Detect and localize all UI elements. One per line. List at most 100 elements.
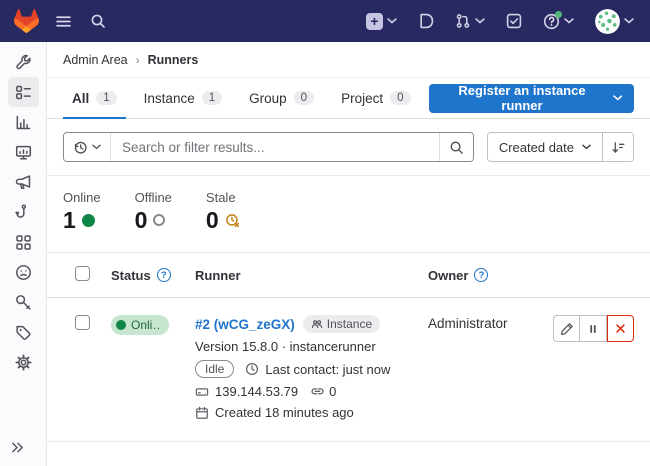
- issues-button[interactable]: [416, 11, 436, 31]
- tab-group[interactable]: Group 0: [240, 78, 323, 118]
- tab-all-label: All: [72, 91, 89, 106]
- tab-project-count: 0: [390, 91, 410, 105]
- chevron-down-icon: [624, 18, 634, 24]
- edit-runner-button[interactable]: [553, 315, 580, 342]
- sidebar-item-overview[interactable]: [8, 77, 39, 107]
- megaphone-icon: [15, 174, 32, 191]
- sort-by-dropdown[interactable]: Created date: [488, 133, 603, 161]
- chevron-down-icon: [613, 95, 622, 101]
- sidebar-item-applications[interactable]: [8, 227, 39, 257]
- calendar-icon: [195, 406, 209, 420]
- runner-jobs-group: 0: [310, 384, 336, 399]
- runner-owner-link[interactable]: Administrator: [428, 316, 508, 331]
- runner-created-line: Created 18 minutes ago: [195, 405, 428, 420]
- notification-dot: [555, 11, 562, 18]
- new-menu-button[interactable]: +: [364, 11, 399, 32]
- runner-ip-address: 139.144.53.79: [215, 384, 298, 399]
- close-icon: [614, 322, 627, 335]
- select-runner-checkbox[interactable]: [75, 315, 90, 330]
- tab-instance[interactable]: Instance 1: [135, 78, 231, 118]
- overview-icon: [15, 84, 32, 101]
- runner-ip-line: 139.144.53.79 0: [195, 384, 428, 399]
- plus-icon: +: [366, 13, 383, 30]
- sort-direction-button[interactable]: [603, 133, 633, 161]
- search-icon: [90, 13, 106, 29]
- search-button[interactable]: [88, 11, 108, 31]
- sidebar-item-abuse-reports[interactable]: [8, 257, 39, 287]
- tab-project[interactable]: Project 0: [332, 78, 419, 118]
- hamburger-icon: [55, 13, 72, 30]
- todos-button[interactable]: [504, 11, 524, 31]
- owner-help-icon[interactable]: ?: [474, 268, 488, 282]
- issues-icon: [418, 13, 434, 29]
- help-menu-button[interactable]: [541, 11, 576, 32]
- gitlab-logo[interactable]: [14, 9, 39, 33]
- runner-created-text: Created 18 minutes ago: [215, 405, 354, 420]
- chevron-down-icon: [475, 18, 485, 24]
- sidebar-item-monitoring[interactable]: [8, 137, 39, 167]
- sidebar-item-analytics[interactable]: [8, 107, 39, 137]
- search-input[interactable]: [111, 133, 439, 161]
- runner-tabs-row: All 1 Instance 1 Group 0 Project 0 Regis…: [47, 78, 650, 119]
- stat-online-value: 1: [63, 207, 76, 233]
- filter-row: Created date: [47, 119, 650, 175]
- tab-group-count: 0: [294, 91, 314, 105]
- runner-type-badge: Instance: [303, 315, 380, 333]
- runner-type-label: Instance: [327, 317, 372, 331]
- key-icon: [15, 294, 32, 311]
- admin-sidebar: [0, 42, 47, 466]
- breadcrumb-separator: ›: [136, 53, 140, 67]
- runner-column-header: Runner: [195, 268, 241, 283]
- sidebar-item-deploy-keys[interactable]: [8, 287, 39, 317]
- search-icon: [449, 140, 464, 155]
- breadcrumb-admin-area[interactable]: Admin Area: [63, 53, 128, 67]
- runner-jobs-count: 0: [329, 384, 336, 399]
- tab-instance-label: Instance: [144, 91, 195, 106]
- register-instance-runner-button[interactable]: Register an instance runner: [429, 84, 635, 113]
- merge-requests-button[interactable]: [453, 11, 487, 31]
- merge-request-icon: [455, 13, 471, 29]
- online-dot-icon: [116, 320, 126, 330]
- main-content: Admin Area › Runners All 1 Instance 1 Gr…: [47, 42, 650, 466]
- select-all-checkbox[interactable]: [75, 266, 90, 281]
- sidebar-item-messages[interactable]: [8, 167, 39, 197]
- clock-icon: [245, 362, 259, 376]
- status-help-icon[interactable]: ?: [157, 268, 171, 282]
- tab-all[interactable]: All 1: [63, 78, 126, 118]
- wrench-icon: [15, 54, 32, 71]
- avatar: [595, 9, 620, 34]
- double-chevron-right-icon: [10, 440, 25, 455]
- sidebar-item-labels[interactable]: [8, 317, 39, 347]
- runner-row: Onli… #2 (wCG_zeGX) Instance Version 15.…: [47, 298, 650, 442]
- runner-status-text: Onli…: [131, 318, 160, 332]
- pause-runner-button[interactable]: [580, 315, 607, 342]
- pencil-icon: [560, 322, 574, 336]
- stale-clock-icon: [225, 213, 240, 228]
- stat-offline: Offline 0: [135, 190, 172, 233]
- sidebar-item-admin[interactable]: [8, 47, 39, 77]
- sidebar-collapse-button[interactable]: [0, 428, 46, 466]
- delete-runner-button[interactable]: [607, 315, 634, 342]
- user-avatar-button[interactable]: [593, 7, 636, 36]
- chevron-down-icon: [92, 144, 101, 150]
- search-submit-button[interactable]: [439, 133, 473, 161]
- runner-version-text: Version 15.8.0 · instancerunner: [195, 339, 376, 354]
- runner-idle-badge: Idle: [195, 360, 234, 378]
- search-history-button[interactable]: [64, 133, 111, 161]
- runner-status-badge: Onli…: [111, 315, 169, 335]
- sort-by-label: Created date: [499, 140, 574, 155]
- online-status-icon: [82, 214, 95, 227]
- offline-status-icon: [153, 214, 165, 226]
- sidebar-item-system-hooks[interactable]: [8, 197, 39, 227]
- breadcrumb: Admin Area › Runners: [47, 42, 650, 78]
- sort-descending-icon: [611, 140, 626, 155]
- breadcrumb-current-page: Runners: [148, 53, 199, 67]
- stat-online-label: Online: [63, 190, 101, 205]
- hamburger-menu-button[interactable]: [53, 11, 74, 32]
- pause-icon: [587, 323, 599, 335]
- tab-instance-count: 1: [202, 91, 222, 105]
- hook-icon: [15, 204, 32, 221]
- runner-name-link[interactable]: #2 (wCG_zeGX): [195, 317, 295, 332]
- sidebar-item-settings[interactable]: [8, 347, 39, 377]
- filter-search-box: [63, 132, 474, 162]
